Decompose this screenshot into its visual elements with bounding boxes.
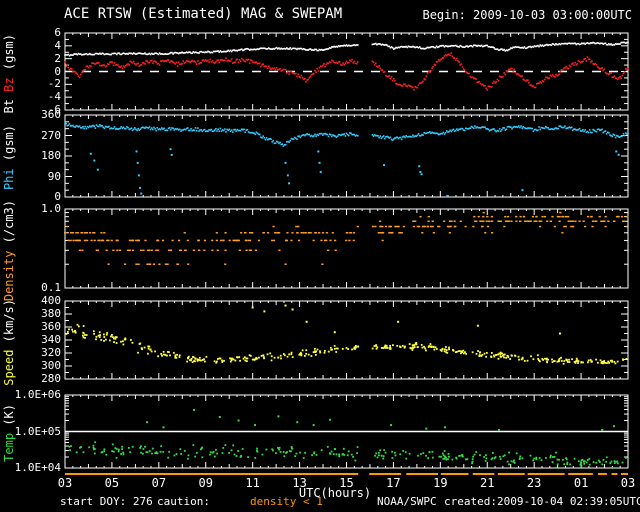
y-tick-label: 0 — [54, 64, 61, 78]
y-tick-label: 1.0E+04 — [14, 461, 61, 474]
ylabel-mag: Bt Bz (gsm) — [2, 33, 16, 114]
y-tick-label: 360 — [41, 108, 61, 121]
x-tick-label: 19 — [433, 476, 448, 490]
x-tick-label: 03 — [57, 476, 73, 490]
x-tick-label: 11 — [245, 476, 260, 490]
footer-caution-value: density < 1 — [250, 495, 323, 508]
x-tick-label: 05 — [104, 476, 120, 490]
x-tick-label: 21 — [480, 476, 495, 490]
x-tick-label: 09 — [198, 476, 213, 490]
x-tick-label: 23 — [526, 476, 542, 490]
y-tick-label: 1.0E+06 — [14, 388, 61, 401]
ace-rtsw-plot: ACE RTSW (Estimated) MAG & SWEPAM Begin:… — [0, 0, 640, 512]
y-tick-label: 300 — [41, 359, 61, 372]
footer-agency: NOAA/SWPC — [377, 495, 437, 508]
y-tick-label: 360 — [41, 320, 61, 333]
y-tick-label: 90 — [47, 169, 61, 183]
y-tick-label: 0.1 — [41, 281, 61, 294]
ylabel-phi: Phi (gsm) — [2, 124, 16, 190]
y-tick-label: 400 — [41, 294, 61, 307]
ylabel-temp: Temp (K) — [2, 403, 16, 462]
footer-start-doy: start DOY: 276 — [60, 495, 153, 508]
y-tick-label: 280 — [41, 372, 61, 385]
y-tick-label: 4 — [54, 38, 61, 52]
y-tick-label: 380 — [41, 307, 61, 320]
y-tick-label: 270 — [41, 128, 61, 142]
footer-created: created:2009-10-04 02:39:05UTC — [444, 495, 640, 508]
y-tick-label: 320 — [41, 346, 61, 359]
y-tick-label: -2 — [47, 77, 61, 91]
x-tick-label: 17 — [386, 476, 401, 490]
y-tick-label: 340 — [41, 333, 61, 346]
x-tick-label: 01 — [573, 476, 589, 490]
footer-caution-label: caution: — [157, 495, 210, 508]
y-tick-label: 2 — [54, 51, 61, 65]
y-tick-label: 1.0 — [41, 202, 61, 215]
y-tick-label: 180 — [41, 149, 61, 162]
x-tick-label: 03 — [620, 476, 636, 490]
y-tick-label: 1.0E+05 — [14, 424, 61, 438]
ylabel-speed: Speed (km/s) — [2, 298, 16, 386]
y-tick-label: -4 — [47, 90, 61, 104]
plot-canvas — [64, 32, 629, 475]
ylabel-density: Density (/cm3) — [2, 200, 16, 302]
x-tick-label: 07 — [151, 476, 167, 490]
y-tick-label: 6 — [54, 26, 61, 39]
